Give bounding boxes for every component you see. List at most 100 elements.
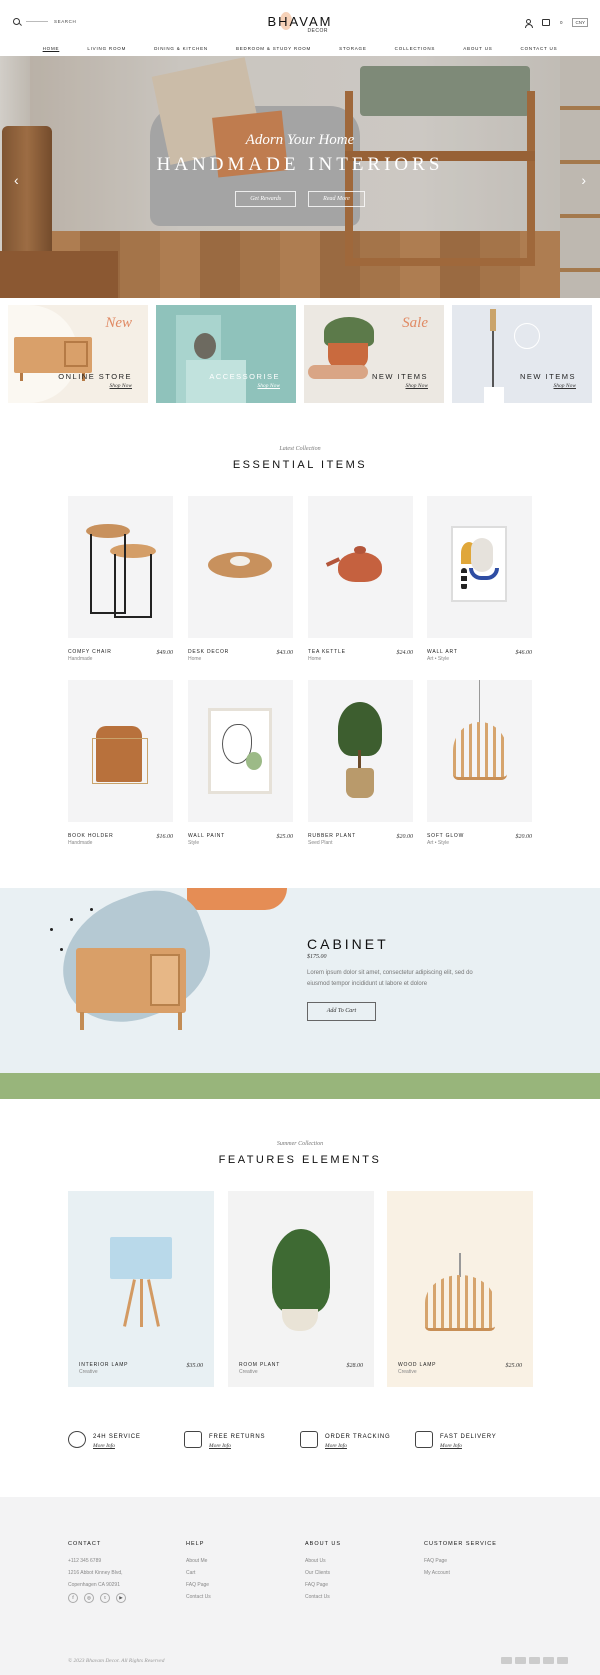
nav-bedroom-study[interactable]: BEDROOM & STUDY ROOM	[222, 46, 325, 51]
footer-link[interactable]: About Us	[305, 1555, 341, 1567]
shop-now-link[interactable]: Shop Now	[258, 383, 280, 389]
globe-icon	[68, 1431, 86, 1448]
chevron-right-icon[interactable]: ›	[581, 172, 586, 188]
cart-icon[interactable]	[541, 19, 550, 26]
product-name[interactable]: ROOM PLANT	[239, 1362, 280, 1368]
product-card[interactable]: DESK DECOR Home $43.00	[188, 496, 293, 662]
product-category: Seed Plant	[308, 840, 333, 846]
art-shape	[246, 752, 262, 770]
category-tile-new-items[interactable]: Sale NEW ITEMS Shop Now	[304, 305, 444, 403]
read-more-button[interactable]: Read More	[308, 191, 365, 207]
product-card[interactable]: BOOK HOLDER Handmade $16.00	[68, 680, 173, 846]
footer-link[interactable]: Cart	[186, 1567, 211, 1579]
footer-link[interactable]: FAQ Page	[424, 1555, 497, 1567]
lamp-cord	[479, 680, 480, 722]
product-category: Creative	[79, 1369, 98, 1375]
lamp-shade-image	[110, 1237, 172, 1279]
feature-card[interactable]: ROOM PLANT Creative $28.00	[228, 1191, 374, 1387]
product-name[interactable]: DESK DECOR	[188, 649, 229, 655]
footer-link[interactable]: Contact Us	[305, 1591, 341, 1603]
chevron-left-icon[interactable]: ‹	[14, 172, 19, 188]
service-item[interactable]: 24H SERVICE More Info	[68, 1430, 168, 1458]
product-name[interactable]: WALL ART	[427, 649, 458, 655]
brand-logo[interactable]: BHAVAM DECOR	[264, 12, 336, 34]
more-info-link[interactable]: More Info	[440, 1443, 462, 1449]
promo-description: Lorem ipsum dolor sit amet, consectetur …	[307, 970, 473, 987]
product-name[interactable]: WALL PAINT	[188, 833, 225, 839]
more-info-link[interactable]: More Info	[325, 1443, 347, 1449]
product-card[interactable]: RUBBER PLANT Seed Plant $20.00	[308, 680, 413, 846]
nav-home[interactable]: HOME	[29, 46, 74, 51]
facebook-icon[interactable]: f	[68, 1593, 78, 1603]
service-item[interactable]: FREE RETURNS More Info	[184, 1430, 284, 1458]
product-card[interactable]: TEA KETTLE Home $24.00	[308, 496, 413, 662]
more-info-link[interactable]: More Info	[209, 1443, 231, 1449]
green-divider-band	[0, 1073, 600, 1099]
footer-link[interactable]: About Me	[186, 1555, 211, 1567]
product-name[interactable]: WOOD LAMP	[398, 1362, 436, 1368]
site-footer: CONTACT +112 345 6789 1216 Abbot Kinney …	[0, 1497, 600, 1675]
shop-now-link[interactable]: Shop Now	[554, 383, 576, 389]
product-price: $20.00	[396, 834, 414, 840]
instagram-icon[interactable]: ◎	[84, 1593, 94, 1603]
product-name[interactable]: INTERIOR LAMP	[79, 1362, 128, 1368]
pendant-lamp-image	[425, 1275, 495, 1331]
product-image[interactable]	[427, 496, 532, 638]
product-image[interactable]	[308, 496, 413, 638]
nav-dining-kitchen[interactable]: DINING & KITCHEN	[140, 46, 222, 51]
more-info-link[interactable]: More Info	[93, 1443, 115, 1449]
product-image[interactable]	[308, 680, 413, 822]
category-tile-new-items-lamp[interactable]: NEW ITEMS Shop Now	[452, 305, 592, 403]
search-bar[interactable]: SEARCH	[13, 18, 76, 25]
get-rewards-button[interactable]: Get Rewards	[235, 191, 297, 207]
youtube-icon[interactable]: ▶	[116, 1593, 126, 1603]
shop-now-link[interactable]: Shop Now	[406, 383, 428, 389]
twitter-icon[interactable]: t	[100, 1593, 110, 1603]
search-icon[interactable]	[13, 18, 20, 25]
product-image[interactable]	[68, 496, 173, 638]
category-tile-accessorise[interactable]: ACCESSORISE Shop Now	[156, 305, 296, 403]
nav-collections[interactable]: COLLECTIONS	[381, 46, 450, 51]
product-image[interactable]	[188, 680, 293, 822]
search-underline	[26, 21, 48, 22]
feature-card[interactable]: WOOD LAMP Creative $25.00	[387, 1191, 533, 1387]
footer-link[interactable]: Our Clients	[305, 1567, 341, 1579]
account-icon[interactable]	[524, 18, 533, 28]
service-item[interactable]: ORDER TRACKING More Info	[300, 1430, 400, 1458]
product-card[interactable]: SOFT GLOW Art • Style $20.00	[427, 680, 532, 846]
nav-contact-us[interactable]: CONTACT US	[507, 46, 572, 51]
product-name[interactable]: RUBBER PLANT	[308, 833, 356, 839]
cabinet-shelf	[150, 954, 180, 1006]
product-image[interactable]	[68, 680, 173, 822]
category-tile-online-store[interactable]: New ONLINE STORE Shop Now	[8, 305, 148, 403]
footer-link[interactable]: FAQ Page	[305, 1579, 341, 1591]
product-image[interactable]	[188, 496, 293, 638]
product-price: $20.00	[515, 834, 533, 840]
hero-slider: Adorn Your Home HANDMADE INTERIORS Get R…	[0, 56, 600, 298]
footer-address: 1216 Abbot Kinney Blvd,	[68, 1570, 123, 1576]
footer-link[interactable]: FAQ Page	[186, 1579, 211, 1591]
nav-about-us[interactable]: ABOUT US	[449, 46, 506, 51]
product-image[interactable]	[427, 680, 532, 822]
shop-now-link[interactable]: Shop Now	[110, 383, 132, 389]
nav-living-room[interactable]: LIVING ROOM	[73, 46, 140, 51]
card-icon	[543, 1657, 554, 1664]
product-name[interactable]: TEA KETTLE	[308, 649, 346, 655]
tile-label: NEW ITEMS	[520, 372, 576, 381]
hero-script-heading: Adorn Your Home	[245, 132, 355, 148]
footer-link[interactable]: My Account	[424, 1567, 497, 1579]
search-label[interactable]: SEARCH	[54, 19, 76, 24]
product-card[interactable]: COMFY CHAIR Handmade $49.00	[68, 496, 173, 662]
add-to-cart-button[interactable]: Add To Cart	[307, 1002, 376, 1021]
product-card[interactable]: WALL ART Art • Style $46.00	[427, 496, 532, 662]
product-name[interactable]: SOFT GLOW	[427, 833, 464, 839]
product-name[interactable]: BOOK HOLDER	[68, 833, 113, 839]
nav-storage[interactable]: STORAGE	[325, 46, 381, 51]
product-name[interactable]: COMFY CHAIR	[68, 649, 112, 655]
footer-phone[interactable]: +112 345 6789	[68, 1555, 123, 1567]
currency-selector[interactable]: CNY	[572, 18, 588, 27]
footer-link[interactable]: Contact Us	[186, 1591, 211, 1603]
service-item[interactable]: FAST DELIVERY More Info	[415, 1430, 515, 1458]
product-card[interactable]: WALL PAINT Style $25.00	[188, 680, 293, 846]
feature-card[interactable]: INTERIOR LAMP Creative $35.00	[68, 1191, 214, 1387]
